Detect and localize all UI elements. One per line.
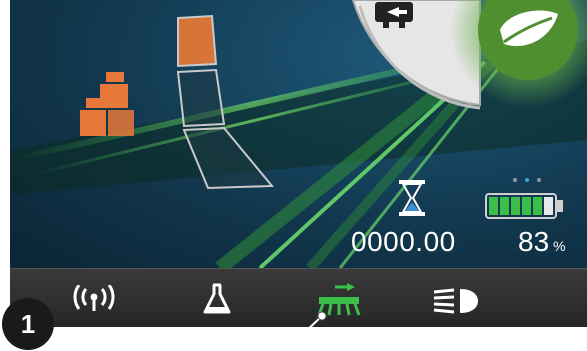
battery-cell <box>511 197 520 215</box>
page-dot <box>513 178 517 182</box>
battery-cell <box>500 197 509 215</box>
battery-cell <box>522 197 531 215</box>
battery-unit: % <box>553 238 566 254</box>
hourglass-icon <box>399 180 425 216</box>
display-screen: 0000.00 83% <box>10 0 587 268</box>
wireless-icon[interactable] <box>70 285 118 313</box>
weights-icon[interactable] <box>80 72 136 136</box>
hour-meter-value: 0000.00 <box>351 226 456 257</box>
battery-percentage: 83% <box>518 226 566 258</box>
mode-switch-icon[interactable] <box>375 2 413 28</box>
flask-icon[interactable] <box>203 283 231 315</box>
battery-icon <box>485 193 563 219</box>
page-dot-active <box>525 178 529 182</box>
page-dot <box>537 178 541 182</box>
function-bar <box>10 268 587 327</box>
headlight-icon[interactable] <box>430 287 480 315</box>
battery-value: 83 <box>518 226 550 257</box>
leaf-icon[interactable] <box>496 8 562 52</box>
callout-number-badge: 1 <box>2 298 54 350</box>
sweeper-icon[interactable] <box>317 283 363 317</box>
battery-cell <box>544 197 553 215</box>
battery-cell <box>533 197 542 215</box>
battery-cell <box>489 197 498 215</box>
